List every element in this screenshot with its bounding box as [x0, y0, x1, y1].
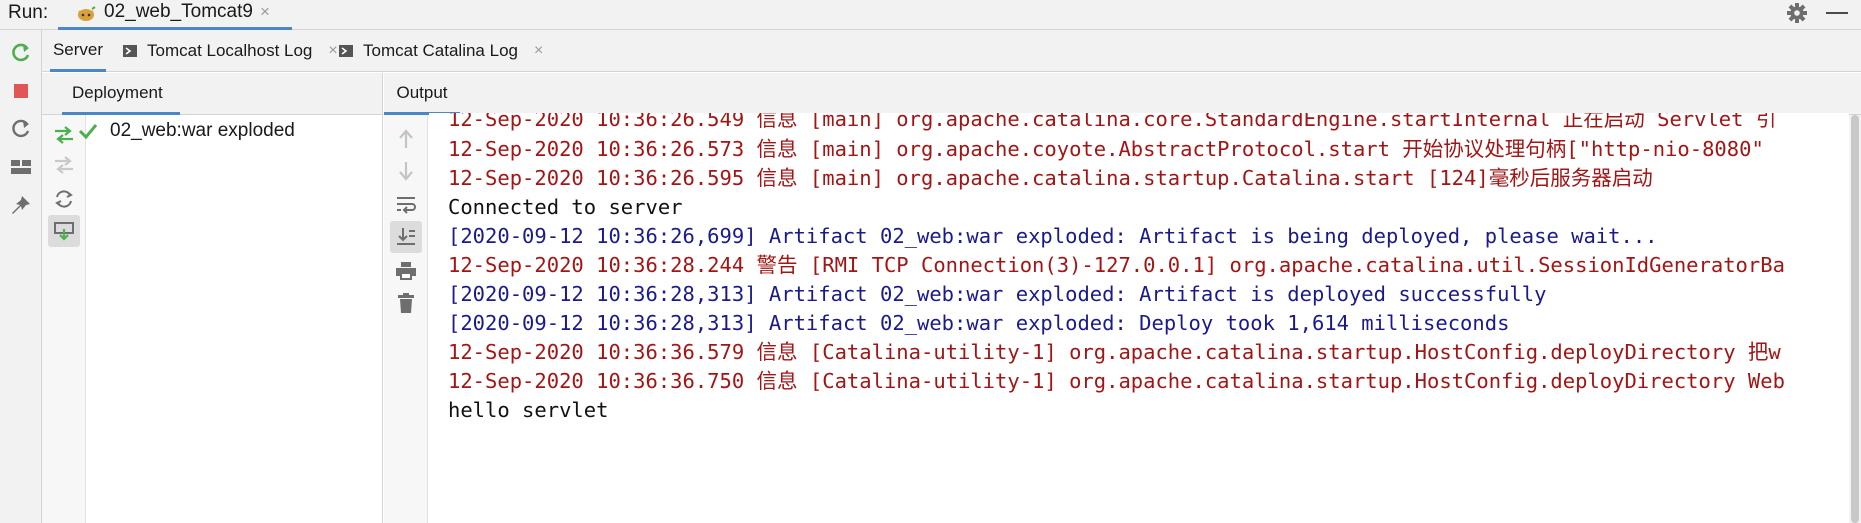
deployment-header: Deployment: [42, 73, 383, 115]
gear-icon[interactable]: [1783, 0, 1811, 26]
scroll-to-end-icon[interactable]: [390, 221, 422, 253]
artifact-label: 02_web:war exploded: [110, 120, 295, 141]
layout-icon[interactable]: [6, 152, 36, 182]
close-icon[interactable]: ×: [260, 2, 270, 22]
console-output[interactable]: 12-Sep-2020 10:36:26.549 信息 [main] org.a…: [429, 113, 1849, 523]
soft-wrap-icon[interactable]: [390, 189, 422, 221]
run-actions-strip: [0, 30, 42, 523]
server-log-tabs: Server Tomcat Localhost Log × Tomcat Cat…: [42, 30, 1861, 72]
tomcat-icon: [78, 6, 96, 21]
tab-deployment[interactable]: Deployment: [62, 73, 180, 115]
tab-tomcat-localhost-log-label: Tomcat Localhost Log: [147, 41, 313, 60]
deployment-toolbar: [42, 115, 86, 523]
output-toolbar: [384, 115, 428, 523]
tab-server-label: Server: [52, 39, 104, 59]
tab-output[interactable]: Output: [384, 73, 460, 115]
deployment-title: Deployment: [72, 83, 163, 102]
tab-tomcat-catalina-log[interactable]: Tomcat Catalina Log ×: [338, 30, 543, 72]
close-icon[interactable]: ×: [328, 42, 337, 60]
deploy-all-icon[interactable]: [48, 119, 80, 151]
print-icon[interactable]: [390, 255, 422, 287]
console-icon: [123, 45, 137, 57]
tab-tomcat-catalina-log-label: Tomcat Catalina Log: [363, 41, 518, 60]
run-config-tab[interactable]: 02_web_Tomcat9 ×: [58, 0, 292, 30]
run-toolbar: Run: 02_web_Tomcat9 ×: [0, 0, 1861, 30]
log-line: hello servlet: [448, 398, 609, 422]
close-icon[interactable]: ×: [534, 42, 543, 60]
check-icon: [78, 124, 98, 140]
output-header: Output: [384, 73, 1861, 115]
run-config-title: 02_web_Tomcat9: [104, 1, 253, 22]
run-label: Run:: [8, 2, 49, 23]
output-title: Output: [396, 83, 448, 102]
deployment-pane: 02_web:war exploded: [42, 115, 383, 523]
stop-icon[interactable]: [6, 76, 36, 106]
restart-icon[interactable]: [6, 114, 36, 144]
refresh-icon[interactable]: [48, 183, 80, 215]
vertical-scrollbar[interactable]: [1849, 115, 1861, 523]
up-arrow-icon[interactable]: [390, 123, 422, 155]
console-icon: [339, 45, 353, 57]
minimize-icon[interactable]: [1826, 12, 1848, 14]
undeploy-icon[interactable]: [48, 149, 80, 181]
artifact-item[interactable]: 02_web:war exploded: [78, 117, 295, 145]
scrollbar-thumb[interactable]: [1851, 115, 1859, 523]
down-arrow-icon[interactable]: [390, 155, 422, 187]
pin-icon[interactable]: [6, 190, 36, 220]
rerun-icon[interactable]: [6, 38, 36, 68]
tab-tomcat-localhost-log[interactable]: Tomcat Localhost Log ×: [122, 30, 338, 72]
log-line: 12-Sep-2020 10:36:36.750 信息 [Catalina-ut…: [448, 369, 1785, 393]
clear-all-icon[interactable]: [390, 287, 422, 319]
tab-server[interactable]: Server: [50, 30, 106, 72]
update-icon[interactable]: [48, 215, 80, 247]
